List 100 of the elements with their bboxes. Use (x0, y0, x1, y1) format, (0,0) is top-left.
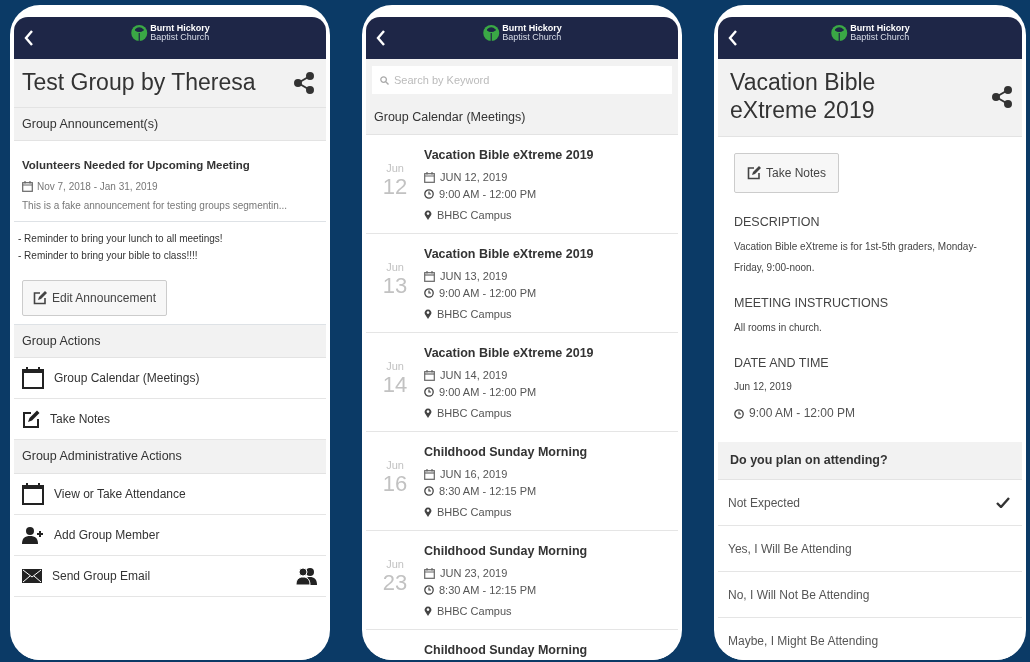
event-title: Vacation Bible eXtreme 2019 (424, 146, 594, 164)
page-title: Vacation Bible eXtreme 2019 (730, 69, 877, 125)
envelope-icon (22, 569, 42, 584)
edit-icon (747, 166, 761, 181)
edit-icon (33, 290, 47, 305)
back-icon[interactable] (728, 30, 738, 46)
tree-logo-icon (130, 24, 149, 42)
section-header: Do you plan on attending? (718, 442, 1022, 481)
users-icon[interactable] (296, 567, 318, 586)
logo-text: Burnt Hickory (150, 24, 210, 33)
attendance-option[interactable]: Not Expected (718, 480, 1022, 527)
event-title: Vacation Bible eXtreme 2019 (424, 344, 594, 362)
take-notes-button[interactable]: Take Notes (734, 153, 840, 194)
event-month: Jun (386, 556, 404, 572)
clock-icon (424, 288, 434, 298)
event-title: Vacation Bible eXtreme 2019 (424, 245, 594, 263)
logo-subtext: Baptist Church (150, 33, 210, 42)
detail-text: Vacation Bible eXtreme is for 1st-5th graders, Monday-Friday, 9:00-noon. (734, 239, 978, 275)
map-pin-icon (424, 210, 432, 220)
calendar-icon (424, 567, 435, 579)
map-pin-icon (424, 408, 432, 418)
event-day: 14 (382, 374, 408, 397)
detail-heading: DESCRIPTION (734, 214, 821, 232)
calendar-icon (424, 270, 435, 282)
event-day: 16 (382, 473, 408, 496)
detail-text: All rooms in church. (734, 320, 823, 335)
clock-icon (734, 408, 744, 419)
event-date: JUN 13, 2019 (440, 268, 508, 284)
share-icon[interactable] (992, 85, 1012, 108)
event-month: Jun (386, 457, 404, 473)
share-icon[interactable] (294, 71, 314, 94)
event-month: Jun (386, 259, 404, 275)
event-time: 9:00 AM - 12:00 PM (439, 285, 537, 301)
calendar-icon (424, 171, 435, 183)
event-time: 8:30 AM - 12:15 PM (439, 483, 537, 499)
event-month: Jun (386, 358, 404, 374)
action-item[interactable]: Send Group Email (14, 556, 326, 598)
add-user-icon (22, 526, 44, 545)
section-header: Group Actions (14, 324, 326, 359)
event-title: Childhood Sunday Morning (424, 443, 588, 461)
event-title: Childhood Sunday Morning (424, 542, 588, 560)
map-pin-icon (424, 309, 432, 319)
clock-icon (424, 486, 434, 496)
section-header: Group Calendar (Meetings) (366, 101, 678, 135)
logo-text: Burnt Hickory (850, 24, 910, 33)
announcement-snippet: This is a fake announcement for testing groups segmentin... (22, 198, 289, 213)
calendar-icon (22, 367, 44, 390)
event-title: Childhood Sunday Morning (424, 641, 588, 659)
edit-announcement-button[interactable]: Edit Announcement (22, 279, 168, 316)
event-location: BHBC Campus (437, 207, 512, 223)
calendar-icon (424, 369, 435, 381)
event-date: JUN 14, 2019 (440, 367, 508, 383)
event-time: 9:00 AM - 12:00 PM (439, 186, 537, 202)
action-item[interactable]: Add Group Member (14, 515, 326, 557)
note-line: - Reminder to bring your lunch to all meetings! (18, 231, 224, 246)
event-date: JUN 12, 2019 (440, 169, 508, 185)
event-location: BHBC Campus (437, 405, 512, 421)
announcement-dates: Nov 7, 2018 - Jan 31, 2019 (37, 179, 158, 194)
event-day: 13 (382, 275, 408, 298)
action-item[interactable]: View or Take Attendance (14, 474, 326, 516)
clock-icon (424, 387, 434, 397)
attendance-option[interactable]: No, I Will Not Be Attending (718, 572, 1022, 619)
logo-subtext: Baptist Church (502, 33, 562, 42)
attendance-option[interactable]: Maybe, I Might Be Attending (718, 618, 1022, 660)
event-time: 9:00 AM - 12:00 PM (439, 384, 537, 400)
edit-icon (22, 410, 40, 429)
event-location: BHBC Campus (437, 603, 512, 619)
logo-text: Burnt Hickory (502, 24, 562, 33)
section-header: Group Announcement(s) (14, 107, 326, 142)
map-pin-icon (424, 606, 432, 616)
tree-logo-icon (830, 24, 849, 42)
clock-icon (424, 585, 434, 595)
page-title: Test Group by Theresa (22, 69, 256, 97)
event-month: Jun (386, 160, 404, 176)
calendar-icon (22, 180, 33, 192)
search-field[interactable]: Search by Keyword (372, 66, 672, 94)
event-time: 8:30 AM - 12:15 PM (439, 582, 537, 598)
tree-logo-icon (482, 24, 501, 42)
calendar-icon (424, 468, 435, 480)
event-date: JUN 23, 2019 (440, 565, 508, 581)
clock-icon (424, 189, 434, 199)
back-icon[interactable] (376, 30, 386, 46)
detail-text: Jun 12, 2019 (734, 380, 793, 395)
attendance-option[interactable]: Yes, I Will Be Attending (718, 526, 1022, 573)
event-day: 12 (382, 176, 408, 199)
detail-heading: DATE AND TIME (734, 354, 830, 372)
note-line: - Reminder to bring your bible to class!!!! (18, 248, 199, 263)
event-location: BHBC Campus (437, 504, 512, 520)
announcement-title: Volunteers Needed for Upcoming Meeting (22, 158, 251, 174)
event-day: 23 (382, 572, 408, 595)
back-icon[interactable] (24, 30, 34, 46)
event-date: JUN 16, 2019 (440, 466, 508, 482)
detail-heading: MEETING INSTRUCTIONS (734, 294, 890, 312)
detail-time: 9:00 AM - 12:00 PM (749, 405, 856, 423)
logo-subtext: Baptist Church (850, 33, 910, 42)
section-header: Group Administrative Actions (14, 440, 326, 475)
event-location: BHBC Campus (437, 306, 512, 322)
action-item[interactable]: Group Calendar (Meetings) (14, 358, 326, 400)
map-pin-icon (424, 507, 432, 517)
calendar-icon (22, 483, 44, 506)
